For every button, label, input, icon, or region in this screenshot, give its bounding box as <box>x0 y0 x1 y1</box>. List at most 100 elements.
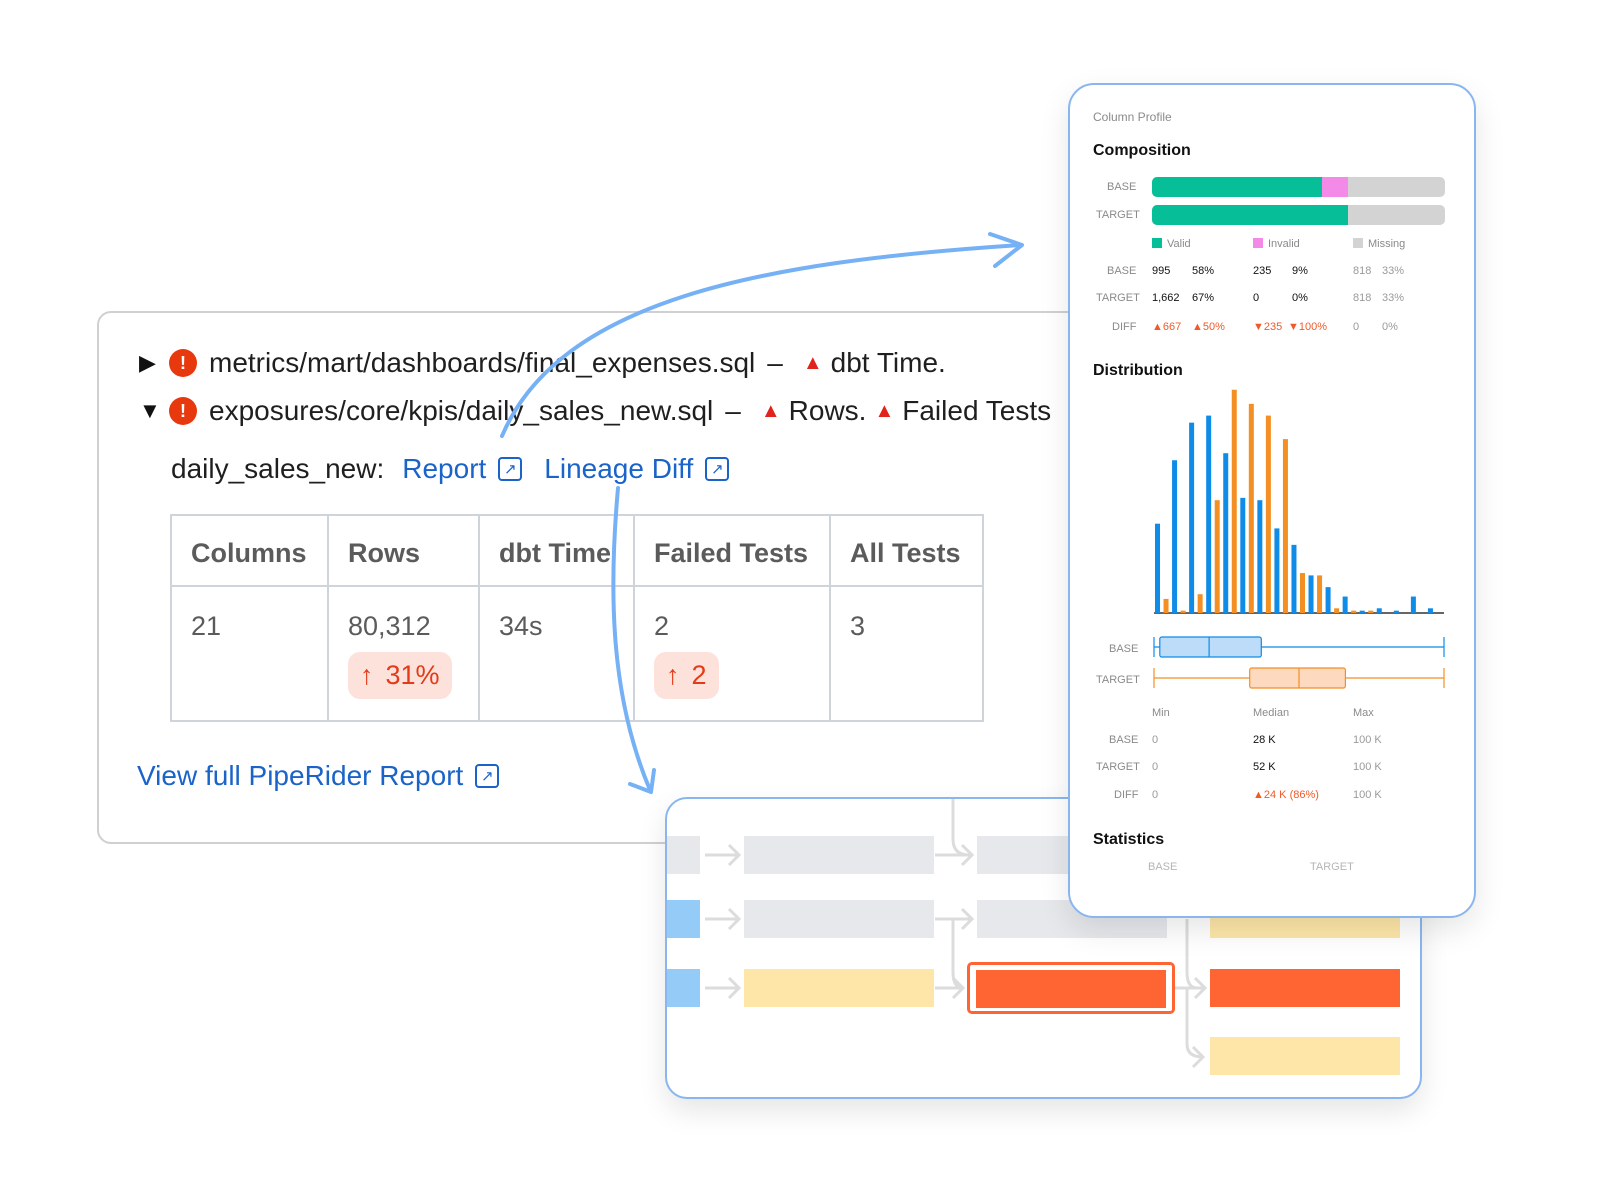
histogram-bar-base <box>1291 544 1297 613</box>
comp-value: 33% <box>1382 292 1405 304</box>
histogram-bar-base <box>1359 610 1365 613</box>
expand-caret-icon[interactable]: ▶ <box>139 350 169 376</box>
lineage-node[interactable] <box>744 836 934 874</box>
legend-missing: Missing <box>1353 238 1405 250</box>
column-profile-card: Column Profile Composition BASE TARGET V… <box>1068 83 1476 918</box>
histogram-bar-base <box>1393 610 1399 613</box>
histogram-bar-base <box>1206 415 1212 613</box>
report-link[interactable]: Report ↗ <box>402 453 523 485</box>
arrow-up-icon: ↑ <box>666 660 680 690</box>
lineage-node-modified[interactable] <box>744 969 934 1007</box>
valid-segment <box>1152 177 1322 197</box>
dbt-time-value: 34s <box>499 611 543 641</box>
comp-value: 0 <box>1253 292 1260 304</box>
comp-diff-value: 0 <box>1353 321 1360 333</box>
file-row-daily-sales-new[interactable]: ▼ ! exposures/core/kpis/daily_sales_new.… <box>139 395 1051 427</box>
histogram-bar-base <box>1376 608 1382 613</box>
stats-col-label: TARGET <box>1310 861 1354 873</box>
boxplot-base-box <box>1159 636 1262 658</box>
dist-value: 28 K <box>1253 734 1276 746</box>
dist-row-label: BASE <box>1109 734 1139 746</box>
cell-dbt-time: 34s <box>478 585 635 722</box>
separator: – <box>725 395 741 426</box>
composition-base-label: BASE <box>1107 181 1137 193</box>
dist-row-label: TARGET <box>1096 761 1140 773</box>
comp-value: 818 <box>1353 265 1372 277</box>
composition-heading: Composition <box>1093 142 1191 159</box>
lineage-node-source[interactable] <box>667 836 700 874</box>
cell-rows: 80,312 ↑ 31% <box>327 585 480 722</box>
external-link-icon[interactable]: ↗ <box>705 457 730 481</box>
comp-value: 0% <box>1292 292 1308 304</box>
external-link-icon[interactable]: ↗ <box>475 764 500 788</box>
error-icon: ! <box>169 397 197 425</box>
histogram-bar-base <box>1427 608 1433 613</box>
valid-segment <box>1152 205 1349 225</box>
dist-value: 100 K <box>1353 761 1382 773</box>
histogram-bar-base <box>1257 500 1263 613</box>
comp-value: 995 <box>1152 265 1171 277</box>
lineage-node-modified[interactable] <box>1210 1037 1400 1075</box>
profile-title: Column Profile <box>1093 110 1172 124</box>
lineage-diff-link-label[interactable]: Lineage Diff <box>544 453 693 485</box>
histogram-bar-target <box>1180 610 1186 613</box>
lineage-diff-link[interactable]: Lineage Diff ↗ <box>544 453 730 485</box>
box-target-label: TARGET <box>1096 674 1140 686</box>
histogram-bar-target <box>1163 598 1169 613</box>
composition-target-bar <box>1152 205 1445 225</box>
comp-diff-value: ▲50% <box>1192 321 1225 333</box>
external-link-icon[interactable]: ↗ <box>498 457 523 481</box>
comp-value: 235 <box>1253 265 1272 277</box>
change-label: dbt Time. <box>830 347 946 378</box>
file-row-final-expenses[interactable]: ▶ ! metrics/mart/dashboards/final_expens… <box>139 347 946 379</box>
lineage-node-impacted[interactable] <box>1210 969 1400 1007</box>
comp-row-label: BASE <box>1107 265 1137 277</box>
columns-value: 21 <box>191 611 222 641</box>
dist-col-label: Median <box>1253 707 1290 719</box>
change-label: Rows. <box>788 395 867 426</box>
lineage-node[interactable] <box>744 900 934 938</box>
cell-failed-tests: 2 ↑ 2 <box>633 585 831 722</box>
comp-value: 67% <box>1192 292 1215 304</box>
legend-invalid-label: Invalid <box>1268 238 1300 250</box>
view-full-report-label[interactable]: View full PipeRider Report <box>137 760 463 792</box>
table-row: 21 80,312 ↑ 31% 34s 2 ↑ 2 3 <box>170 585 984 722</box>
dist-col-label: Max <box>1353 707 1374 719</box>
header-columns: Columns <box>170 514 329 587</box>
composition-target-label: TARGET <box>1096 209 1140 221</box>
table-header-row: Columns Rows dbt Time Failed Tests All T… <box>170 514 984 587</box>
failed-tests-delta-value: 2 <box>691 660 707 690</box>
composition-base-bar <box>1152 177 1445 197</box>
comp-row-label: DIFF <box>1112 321 1137 333</box>
all-tests-value: 3 <box>850 611 866 641</box>
header-rows: Rows <box>327 514 480 587</box>
collapse-caret-icon[interactable]: ▼ <box>139 398 169 424</box>
rows-delta-badge: ↑ 31% <box>348 652 452 699</box>
failed-tests-value: 2 <box>654 611 670 641</box>
comp-value: 818 <box>1353 292 1372 304</box>
file-path: exposures/core/kpis/daily_sales_new.sql <box>209 395 714 426</box>
distribution-chart <box>1153 389 1445 689</box>
error-icon: ! <box>169 349 197 377</box>
file-path: metrics/mart/dashboards/final_expenses.s… <box>209 347 756 378</box>
lineage-node-source[interactable] <box>667 900 700 938</box>
report-link-label[interactable]: Report <box>402 453 486 485</box>
histogram-bar-base <box>1172 460 1178 613</box>
header-dbt-time: dbt Time <box>478 514 635 587</box>
lineage-node-selected-fill[interactable] <box>976 970 1166 1008</box>
histogram-bar-base <box>1240 497 1246 613</box>
histogram-bar-base <box>1342 596 1348 613</box>
histogram-bar-target <box>1334 608 1340 613</box>
comp-value: 1,662 <box>1152 292 1180 304</box>
dist-value: 0 <box>1152 761 1159 773</box>
comp-row-label: TARGET <box>1096 292 1140 304</box>
histogram-bar-target <box>1317 575 1323 613</box>
lineage-node-source[interactable] <box>667 969 700 1007</box>
comp-diff-value: ▲667 <box>1152 321 1182 333</box>
rows-value: 80,312 <box>348 611 431 641</box>
rows-delta-value: 31% <box>385 660 440 690</box>
missing-swatch-icon <box>1353 238 1363 248</box>
model-links: daily_sales_new: Report ↗ Lineage Diff ↗ <box>171 453 751 485</box>
metrics-table: Columns Rows dbt Time Failed Tests All T… <box>170 514 984 722</box>
view-full-report-link[interactable]: View full PipeRider Report ↗ <box>137 760 500 792</box>
